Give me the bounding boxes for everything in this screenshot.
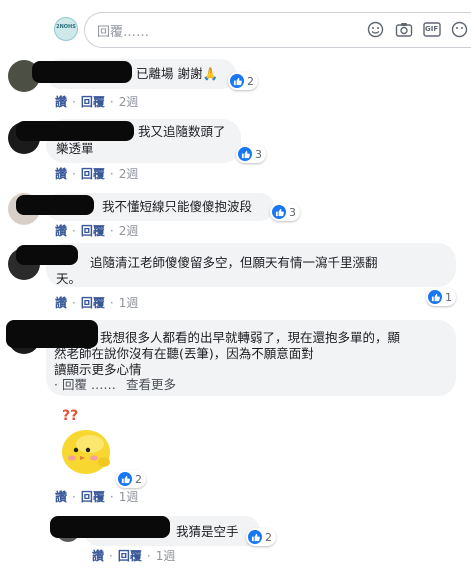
sticker-icon[interactable]	[451, 21, 469, 42]
comment-actions: 讚 · 回覆 · 1週	[55, 488, 138, 505]
comment-text: 我想很多人都看的出早就轉弱了，現在還抱多單的，顯	[100, 330, 401, 345]
separator: ·	[72, 489, 76, 504]
separator: ·	[72, 166, 76, 181]
timestamp[interactable]: 2週	[119, 165, 139, 182]
reaction-count[interactable]: 3	[236, 145, 266, 163]
separator: ·	[109, 489, 114, 504]
reaction-number: 1	[445, 290, 452, 304]
timestamp[interactable]: 2週	[119, 93, 139, 110]
separator: ·	[109, 166, 114, 181]
reaction-number: 3	[255, 147, 262, 161]
comment-bubble: 我猜是空手	[50, 516, 260, 546]
comment-text: 然老師在說你沒有在聽(丟筆)，因為不願意面對	[54, 346, 314, 361]
like-link[interactable]: 讚	[55, 294, 67, 311]
see-more-text: 讀顯示更多心情	[54, 362, 142, 377]
reaction-count[interactable]: 2	[116, 470, 146, 488]
composer-avatar: 2NOHS	[54, 17, 78, 41]
like-icon	[272, 205, 286, 219]
reaction-number: 2	[247, 74, 254, 88]
reply-link[interactable]: 回覆	[81, 93, 105, 110]
like-link[interactable]: 讚	[55, 165, 67, 182]
reaction-number: 2	[265, 530, 272, 544]
comment-actions: 讚 · 回覆 · 1週	[55, 294, 138, 311]
reply-hint[interactable]: · 回覆 ……	[54, 377, 116, 393]
comment-text: 我猜是空手	[176, 524, 239, 539]
like-link[interactable]: 讚	[55, 222, 67, 239]
reaction-count[interactable]: 3	[270, 203, 300, 221]
like-link[interactable]: 讚	[92, 547, 104, 564]
redacted-name	[6, 320, 98, 348]
reply-link[interactable]: 回覆	[81, 222, 105, 239]
comment-text: 天。	[56, 271, 82, 286]
separator: ·	[72, 295, 76, 310]
reply-link[interactable]: 回覆	[118, 547, 142, 564]
reaction-number: 2	[135, 472, 142, 486]
separator: ·	[109, 223, 114, 238]
composer-avatar-text: 2NOHS	[56, 24, 76, 30]
timestamp[interactable]: 1週	[119, 294, 139, 311]
gif-label: GIF	[425, 25, 439, 33]
reply-link[interactable]: 回覆	[81, 488, 105, 505]
like-icon	[428, 290, 442, 304]
comment-actions: 讚 · 回覆 · 2週	[55, 93, 138, 110]
like-icon	[118, 472, 132, 486]
like-icon	[230, 74, 244, 88]
comment-text: 已離場 謝謝🙏	[136, 66, 219, 81]
comment-text: 我不懂短線只能傻傻抱波段	[102, 199, 253, 214]
reply-input[interactable]: 回覆……	[97, 21, 149, 40]
gif-icon[interactable]: GIF	[423, 21, 441, 42]
separator: ·	[72, 94, 76, 109]
reaction-count[interactable]: 2	[246, 528, 276, 546]
comment-bubble: 追隨清江老師傻傻留多空，但願天有情一瀉千里漲翻 天。	[16, 243, 456, 287]
redacted-name	[32, 61, 132, 83]
reaction-count[interactable]: 1	[426, 288, 456, 306]
comment-bubble: 我不懂短線只能傻傻抱波段	[16, 193, 274, 221]
redacted-name	[16, 245, 78, 265]
separator: ·	[109, 94, 114, 109]
reply-link[interactable]: 回覆	[81, 165, 105, 182]
comment-text: 追隨清江老師傻傻留多空，但願天有情一瀉千里漲翻	[90, 255, 378, 270]
like-icon	[238, 147, 252, 161]
emoji-icon[interactable]	[367, 21, 384, 42]
separator: ·	[109, 548, 113, 563]
separator: ·	[72, 223, 76, 238]
comment-bubble: 我又追隨数頭了 樂透單	[16, 119, 241, 163]
redacted-name	[50, 516, 170, 538]
sticker-image: ??	[58, 408, 118, 478]
reaction-count[interactable]: 2	[228, 72, 258, 90]
camera-icon[interactable]	[395, 21, 413, 42]
like-link[interactable]: 讚	[55, 488, 67, 505]
reply-composer[interactable]: 回覆…… GIF	[84, 12, 471, 48]
like-link[interactable]: 讚	[55, 93, 67, 110]
timestamp[interactable]: 1週	[156, 547, 176, 564]
redacted-name	[16, 195, 94, 215]
reaction-number: 3	[289, 205, 296, 219]
view-more-link[interactable]: 查看更多	[126, 377, 176, 393]
reply-link[interactable]: 回覆	[81, 294, 105, 311]
separator: ·	[146, 548, 151, 563]
comment-text: 樂透單	[56, 141, 94, 156]
comment-bubble: 我想很多人都看的出早就轉弱了，現在還抱多單的，顯 然老師在說你沒有在聽(丟筆)，…	[6, 320, 456, 396]
comment-bubble: 已離場 謝謝🙏	[32, 59, 236, 89]
comment-actions: 讚 · 回覆 · 2週	[55, 222, 138, 239]
comment-actions: 讚 · 回覆 · 1週	[92, 547, 175, 564]
comment-text: 我又追隨数頭了	[138, 124, 226, 139]
comment-actions: 讚 · 回覆 · 2週	[55, 165, 138, 182]
like-icon	[248, 530, 262, 544]
redacted-name	[16, 121, 134, 141]
timestamp[interactable]: 2週	[119, 222, 139, 239]
separator: ·	[109, 295, 114, 310]
timestamp[interactable]: 1週	[119, 488, 139, 505]
